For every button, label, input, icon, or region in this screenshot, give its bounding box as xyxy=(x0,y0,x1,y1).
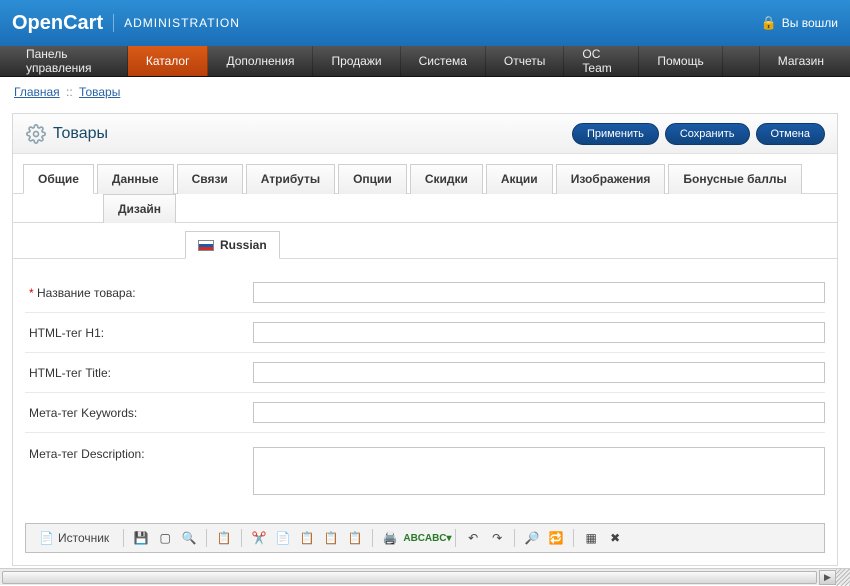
breadcrumb: Главная :: Товары xyxy=(0,77,850,107)
lang-tab-russian[interactable]: Russian xyxy=(185,231,280,259)
tabs-main: Общие Данные Связи Атрибуты Опции Скидки… xyxy=(13,154,837,194)
menu-system[interactable]: Система xyxy=(401,46,486,76)
login-status-text: Вы вошли xyxy=(782,16,838,30)
toolbar-sep xyxy=(455,529,456,547)
lock-icon: 🔒 xyxy=(761,15,777,31)
main-menu: Панель управления Каталог Дополнения Про… xyxy=(0,46,850,77)
tab-links[interactable]: Связи xyxy=(177,164,243,194)
brand-divider xyxy=(113,14,114,32)
page-title: Товары xyxy=(53,125,108,143)
lang-tabs: Russian xyxy=(13,223,837,259)
menu-reports[interactable]: Отчеты xyxy=(486,46,564,76)
editor-newpage-icon[interactable]: ▢ xyxy=(155,528,175,548)
editor-toolbar: 📄 Источник 💾 ▢ 🔍 📋 ✂️ 📄 📋 📋 📋 🖨️ ABC ABC xyxy=(26,524,824,552)
gear-icon xyxy=(25,123,47,145)
tab-images[interactable]: Изображения xyxy=(556,164,666,194)
tab-reward[interactable]: Бонусные баллы xyxy=(668,164,801,194)
label-name: * Название товара: xyxy=(25,286,253,300)
toolbar-sep xyxy=(206,529,207,547)
brand-section: ADMINISTRATION xyxy=(124,16,240,30)
breadcrumb-home[interactable]: Главная xyxy=(14,85,60,99)
row-h1: HTML-тег H1: xyxy=(25,313,825,353)
menu-extensions[interactable]: Дополнения xyxy=(208,46,313,76)
tab-attributes[interactable]: Атрибуты xyxy=(246,164,335,194)
row-title: HTML-тег Title: xyxy=(25,353,825,393)
source-icon: 📄 xyxy=(39,531,54,545)
editor-cut-icon[interactable]: ✂️ xyxy=(249,528,269,548)
editor-scayt-icon[interactable]: ABC▾ xyxy=(428,528,448,548)
tab-general[interactable]: Общие xyxy=(23,164,94,194)
lang-tab-label: Russian xyxy=(220,238,267,252)
input-h1[interactable] xyxy=(253,322,825,343)
menu-sales[interactable]: Продажи xyxy=(313,46,400,76)
tab-options[interactable]: Опции xyxy=(338,164,407,194)
row-meta-kw: Мета-тег Keywords: xyxy=(25,393,825,433)
editor-selectall-icon[interactable]: ▦ xyxy=(581,528,601,548)
input-title[interactable] xyxy=(253,362,825,383)
scrollbar-right-button[interactable]: ▶ xyxy=(819,570,836,585)
editor-source-button[interactable]: 📄 Источник xyxy=(32,528,116,548)
label-meta-kw: Мета-тег Keywords: xyxy=(25,406,253,420)
label-h1: HTML-тег H1: xyxy=(25,326,253,340)
editor-shell: 📄 Источник 💾 ▢ 🔍 📋 ✂️ 📄 📋 📋 📋 🖨️ ABC ABC xyxy=(25,523,825,553)
row-meta-desc: Мета-тег Description: xyxy=(25,433,825,509)
toolbar-sep xyxy=(241,529,242,547)
editor-find-icon[interactable]: 🔎 xyxy=(522,528,542,548)
cancel-button[interactable]: Отмена xyxy=(756,123,825,145)
required-mark: * xyxy=(29,286,37,300)
toolbar-sep xyxy=(123,529,124,547)
menu-catalog[interactable]: Каталог xyxy=(128,46,209,76)
editor-removeformat-icon[interactable]: ✖ xyxy=(605,528,625,548)
description-editor: 📄 Источник 💾 ▢ 🔍 📋 ✂️ 📄 📋 📋 📋 🖨️ ABC ABC xyxy=(25,517,825,553)
save-button[interactable]: Сохранить xyxy=(665,123,750,145)
top-header: OpenCart ADMINISTRATION 🔒 Вы вошли xyxy=(0,0,850,46)
editor-redo-icon[interactable]: ↷ xyxy=(487,528,507,548)
breadcrumb-sep: :: xyxy=(66,85,73,99)
editor-save-icon[interactable]: 💾 xyxy=(131,528,151,548)
tab-data[interactable]: Данные xyxy=(97,164,174,194)
row-name: * Название товара: xyxy=(25,273,825,313)
menu-help[interactable]: Помощь xyxy=(639,46,722,76)
form-general: * Название товара: HTML-тег H1: HTML-тег… xyxy=(13,259,837,517)
flag-ru-icon xyxy=(198,240,214,251)
menu-octeam[interactable]: OC Team xyxy=(564,46,639,76)
editor-undo-icon[interactable]: ↶ xyxy=(463,528,483,548)
input-meta-desc[interactable] xyxy=(253,447,825,495)
login-status: 🔒 Вы вошли xyxy=(761,15,838,31)
editor-templates-icon[interactable]: 📋 xyxy=(214,528,234,548)
editor-paste-text-icon[interactable]: 📋 xyxy=(321,528,341,548)
brand-logo: OpenCart ADMINISTRATION xyxy=(12,12,240,35)
editor-replace-icon[interactable]: 🔁 xyxy=(546,528,566,548)
horizontal-scrollbar[interactable]: ▶ xyxy=(0,568,850,585)
input-name[interactable] xyxy=(253,282,825,303)
label-meta-desc: Мета-тег Description: xyxy=(25,447,253,461)
apply-button[interactable]: Применить xyxy=(572,123,659,145)
scrollbar-track[interactable] xyxy=(0,570,819,585)
editor-paste-icon[interactable]: 📋 xyxy=(297,528,317,548)
label-title: HTML-тег Title: xyxy=(25,366,253,380)
editor-copy-icon[interactable]: 📄 xyxy=(273,528,293,548)
brand-text: OpenCart xyxy=(12,12,103,35)
scrollbar-thumb[interactable] xyxy=(2,571,817,584)
toolbar-sep xyxy=(573,529,574,547)
tab-discounts[interactable]: Скидки xyxy=(410,164,483,194)
editor-preview-icon[interactable]: 🔍 xyxy=(179,528,199,548)
toolbar-sep xyxy=(372,529,373,547)
menu-store[interactable]: Магазин xyxy=(759,46,842,76)
tabs-main-overflow: Дизайн xyxy=(13,194,837,223)
tab-design[interactable]: Дизайн xyxy=(103,194,176,223)
input-meta-kw[interactable] xyxy=(253,402,825,423)
tab-specials[interactable]: Акции xyxy=(486,164,553,194)
page-box: Товары Применить Сохранить Отмена Общие … xyxy=(12,113,838,566)
page-header: Товары Применить Сохранить Отмена xyxy=(13,114,837,154)
editor-spellcheck-icon[interactable]: ABC xyxy=(404,528,424,548)
editor-paste-word-icon[interactable]: 📋 xyxy=(345,528,365,548)
menu-dashboard[interactable]: Панель управления xyxy=(8,46,128,76)
toolbar-sep xyxy=(514,529,515,547)
editor-print-icon[interactable]: 🖨️ xyxy=(380,528,400,548)
breadcrumb-current[interactable]: Товары xyxy=(79,85,120,99)
